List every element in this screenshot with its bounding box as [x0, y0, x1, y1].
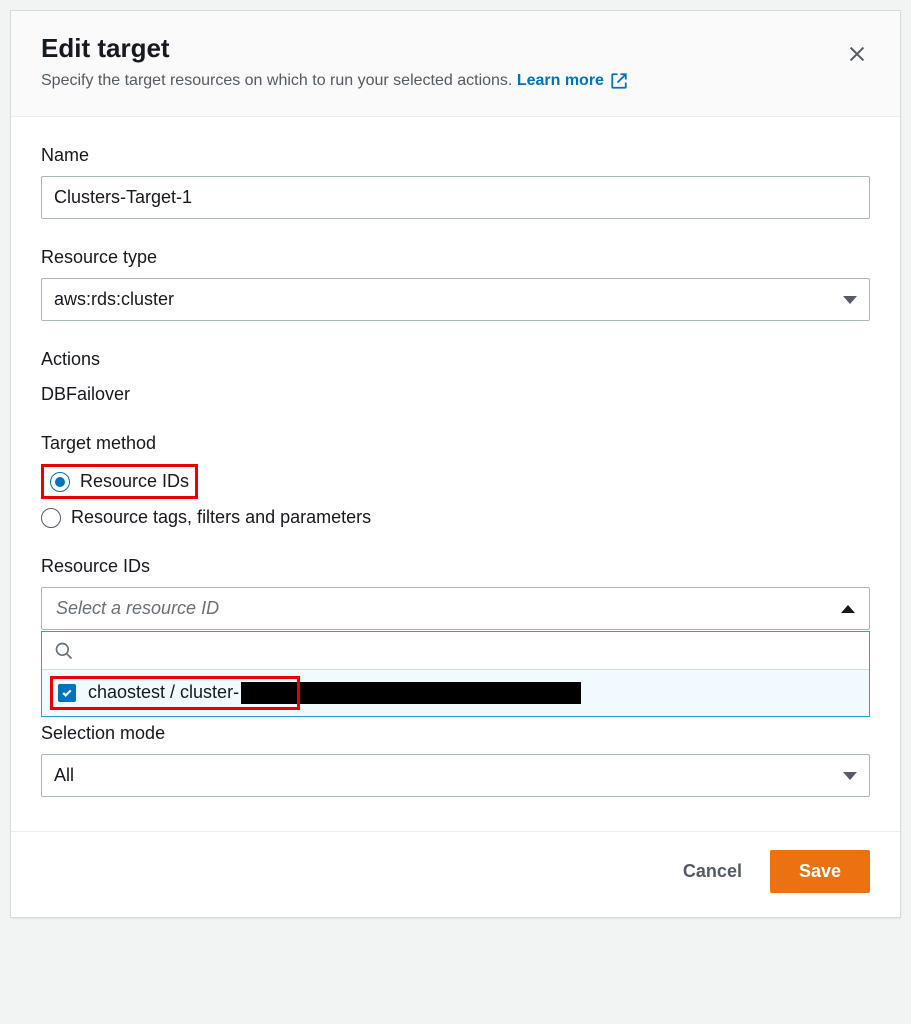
- resource-type-field: Resource type aws:rds:cluster: [41, 247, 870, 321]
- actions-field: Actions DBFailover: [41, 349, 870, 405]
- modal-subtitle: Specify the target resources on which to…: [41, 72, 870, 90]
- modal-footer: Cancel Save: [11, 831, 900, 917]
- actions-value: DBFailover: [41, 384, 870, 405]
- selection-mode-label: Selection mode: [41, 723, 870, 744]
- edit-target-modal: Edit target Specify the target resources…: [10, 10, 901, 918]
- radio-icon-unchecked: [41, 508, 61, 528]
- dropdown-search-row: [42, 632, 869, 670]
- modal-title: Edit target: [41, 33, 870, 64]
- resource-ids-label: Resource IDs: [41, 556, 870, 577]
- close-button[interactable]: [840, 37, 874, 74]
- name-input[interactable]: [41, 176, 870, 219]
- learn-more-link[interactable]: Learn more: [517, 72, 628, 90]
- modal-header: Edit target Specify the target resources…: [11, 11, 900, 117]
- save-button[interactable]: Save: [770, 850, 870, 893]
- radio-resource-ids[interactable]: Resource IDs: [41, 464, 198, 499]
- dropdown-option-chaostest[interactable]: chaostest / cluster-: [42, 670, 869, 716]
- resource-ids-placeholder: Select a resource ID: [56, 598, 219, 619]
- external-link-icon: [610, 72, 628, 90]
- selection-mode-select[interactable]: All: [41, 754, 870, 797]
- modal-body: Name Resource type aws:rds:cluster Actio…: [11, 117, 900, 831]
- radio-resource-tags-label: Resource tags, filters and parameters: [71, 507, 371, 528]
- selection-mode-field: Selection mode All: [41, 723, 870, 797]
- chevron-down-icon: [843, 772, 857, 780]
- name-label: Name: [41, 145, 870, 166]
- learn-more-label: Learn more: [517, 72, 604, 90]
- resource-type-select[interactable]: aws:rds:cluster: [41, 278, 870, 321]
- resource-type-value: aws:rds:cluster: [54, 289, 174, 310]
- search-icon: [54, 641, 74, 661]
- resource-ids-field: Resource IDs Select a resource ID chaost…: [41, 556, 870, 717]
- radio-icon-checked: [50, 472, 70, 492]
- cancel-button[interactable]: Cancel: [679, 851, 746, 892]
- name-field: Name: [41, 145, 870, 219]
- actions-label: Actions: [41, 349, 870, 370]
- resource-type-label: Resource type: [41, 247, 870, 268]
- selection-mode-value: All: [54, 765, 74, 786]
- chevron-up-icon: [841, 605, 855, 613]
- target-method-label: Target method: [41, 433, 870, 454]
- chevron-down-icon: [843, 296, 857, 304]
- resource-ids-multiselect[interactable]: Select a resource ID: [41, 587, 870, 630]
- radio-resource-ids-label: Resource IDs: [80, 471, 189, 492]
- resource-ids-dropdown: chaostest / cluster-: [41, 631, 870, 717]
- checkbox-checked-icon: [58, 684, 76, 702]
- option-visible-text: chaostest / cluster-: [88, 682, 239, 702]
- close-icon: [846, 43, 868, 65]
- radio-resource-tags[interactable]: Resource tags, filters and parameters: [41, 501, 870, 534]
- subtitle-text: Specify the target resources on which to…: [41, 72, 512, 89]
- target-method-field: Target method Resource IDs Resource tags…: [41, 433, 870, 534]
- redacted-text: [241, 682, 581, 704]
- dropdown-option-text: chaostest / cluster-: [88, 682, 581, 704]
- dropdown-search-input[interactable]: [84, 640, 857, 661]
